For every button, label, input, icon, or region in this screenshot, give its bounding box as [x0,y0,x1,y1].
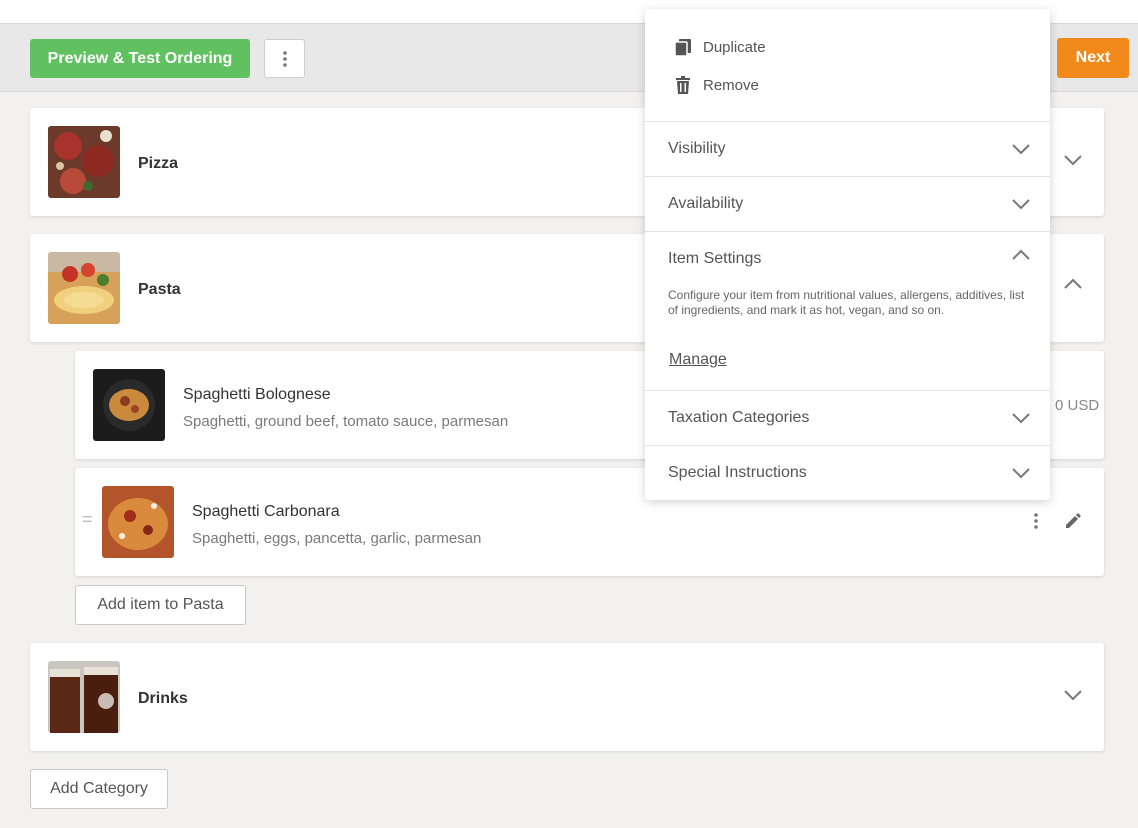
duplicate-label: Duplicate [703,38,766,56]
next-button[interactable]: Next [1057,38,1129,78]
section-availability[interactable]: Availability [645,176,1050,231]
remove-label: Remove [703,76,759,94]
chevron-down-icon[interactable] [1064,689,1082,701]
item-image [93,369,165,441]
section-label: Special Instructions [668,464,807,481]
duplicate-action[interactable]: Duplicate [673,37,766,57]
section-label: Item Settings [668,250,762,267]
category-title: Drinks [138,690,188,707]
item-settings-description: Configure your item from nutritional val… [668,288,1025,317]
chevron-up-icon [1012,249,1030,260]
item-title: Spaghetti Carbonara [192,503,340,520]
section-taxation-categories[interactable]: Taxation Categories [645,390,1050,445]
manage-link[interactable]: Manage [669,351,727,369]
item-price: 0 USD [1055,397,1100,414]
preview-test-ordering-button[interactable]: Preview & Test Ordering [30,39,250,78]
add-item-button[interactable]: Add item to Pasta [75,585,246,625]
section-visibility[interactable]: Visibility [645,121,1050,176]
item-title: Spaghetti Bolognese [183,386,331,403]
chevron-down-icon [1012,413,1030,424]
chevron-down-icon [1012,468,1030,479]
drinks-image [48,661,120,733]
pencil-icon[interactable] [1064,512,1082,530]
add-category-button[interactable]: Add Category [30,769,168,809]
remove-action[interactable]: Remove [673,75,759,95]
duplicate-icon [674,39,691,57]
item-image [102,486,174,558]
vertical-dots-icon[interactable] [1034,513,1038,529]
trash-icon [676,76,690,94]
pasta-image [48,252,120,324]
item-description: Spaghetti, ground beef, tomato sauce, pa… [183,413,509,430]
drag-handle-icon[interactable]: = [82,509,93,530]
category-title: Pizza [138,155,179,172]
chevron-up-icon[interactable] [1064,278,1082,290]
more-options-button[interactable] [264,39,305,78]
item-description: Spaghetti, eggs, pancetta, garlic, parme… [192,530,482,547]
section-label: Taxation Categories [668,409,810,426]
section-label: Availability [668,195,744,212]
chevron-down-icon [1012,144,1030,155]
section-label: Visibility [668,140,726,157]
section-special-instructions[interactable]: Special Instructions [645,445,1050,500]
section-item-settings[interactable]: Item Settings Configure your item from n… [645,231,1050,390]
vertical-dots-icon [282,50,287,67]
item-options-dropdown: Duplicate Remove Visibility Availability… [645,9,1050,500]
pizza-image [48,126,120,198]
chevron-down-icon [1012,199,1030,210]
category-title: Pasta [138,281,181,298]
category-card-drinks[interactable]: Drinks [30,643,1104,751]
chevron-down-icon[interactable] [1064,154,1082,166]
